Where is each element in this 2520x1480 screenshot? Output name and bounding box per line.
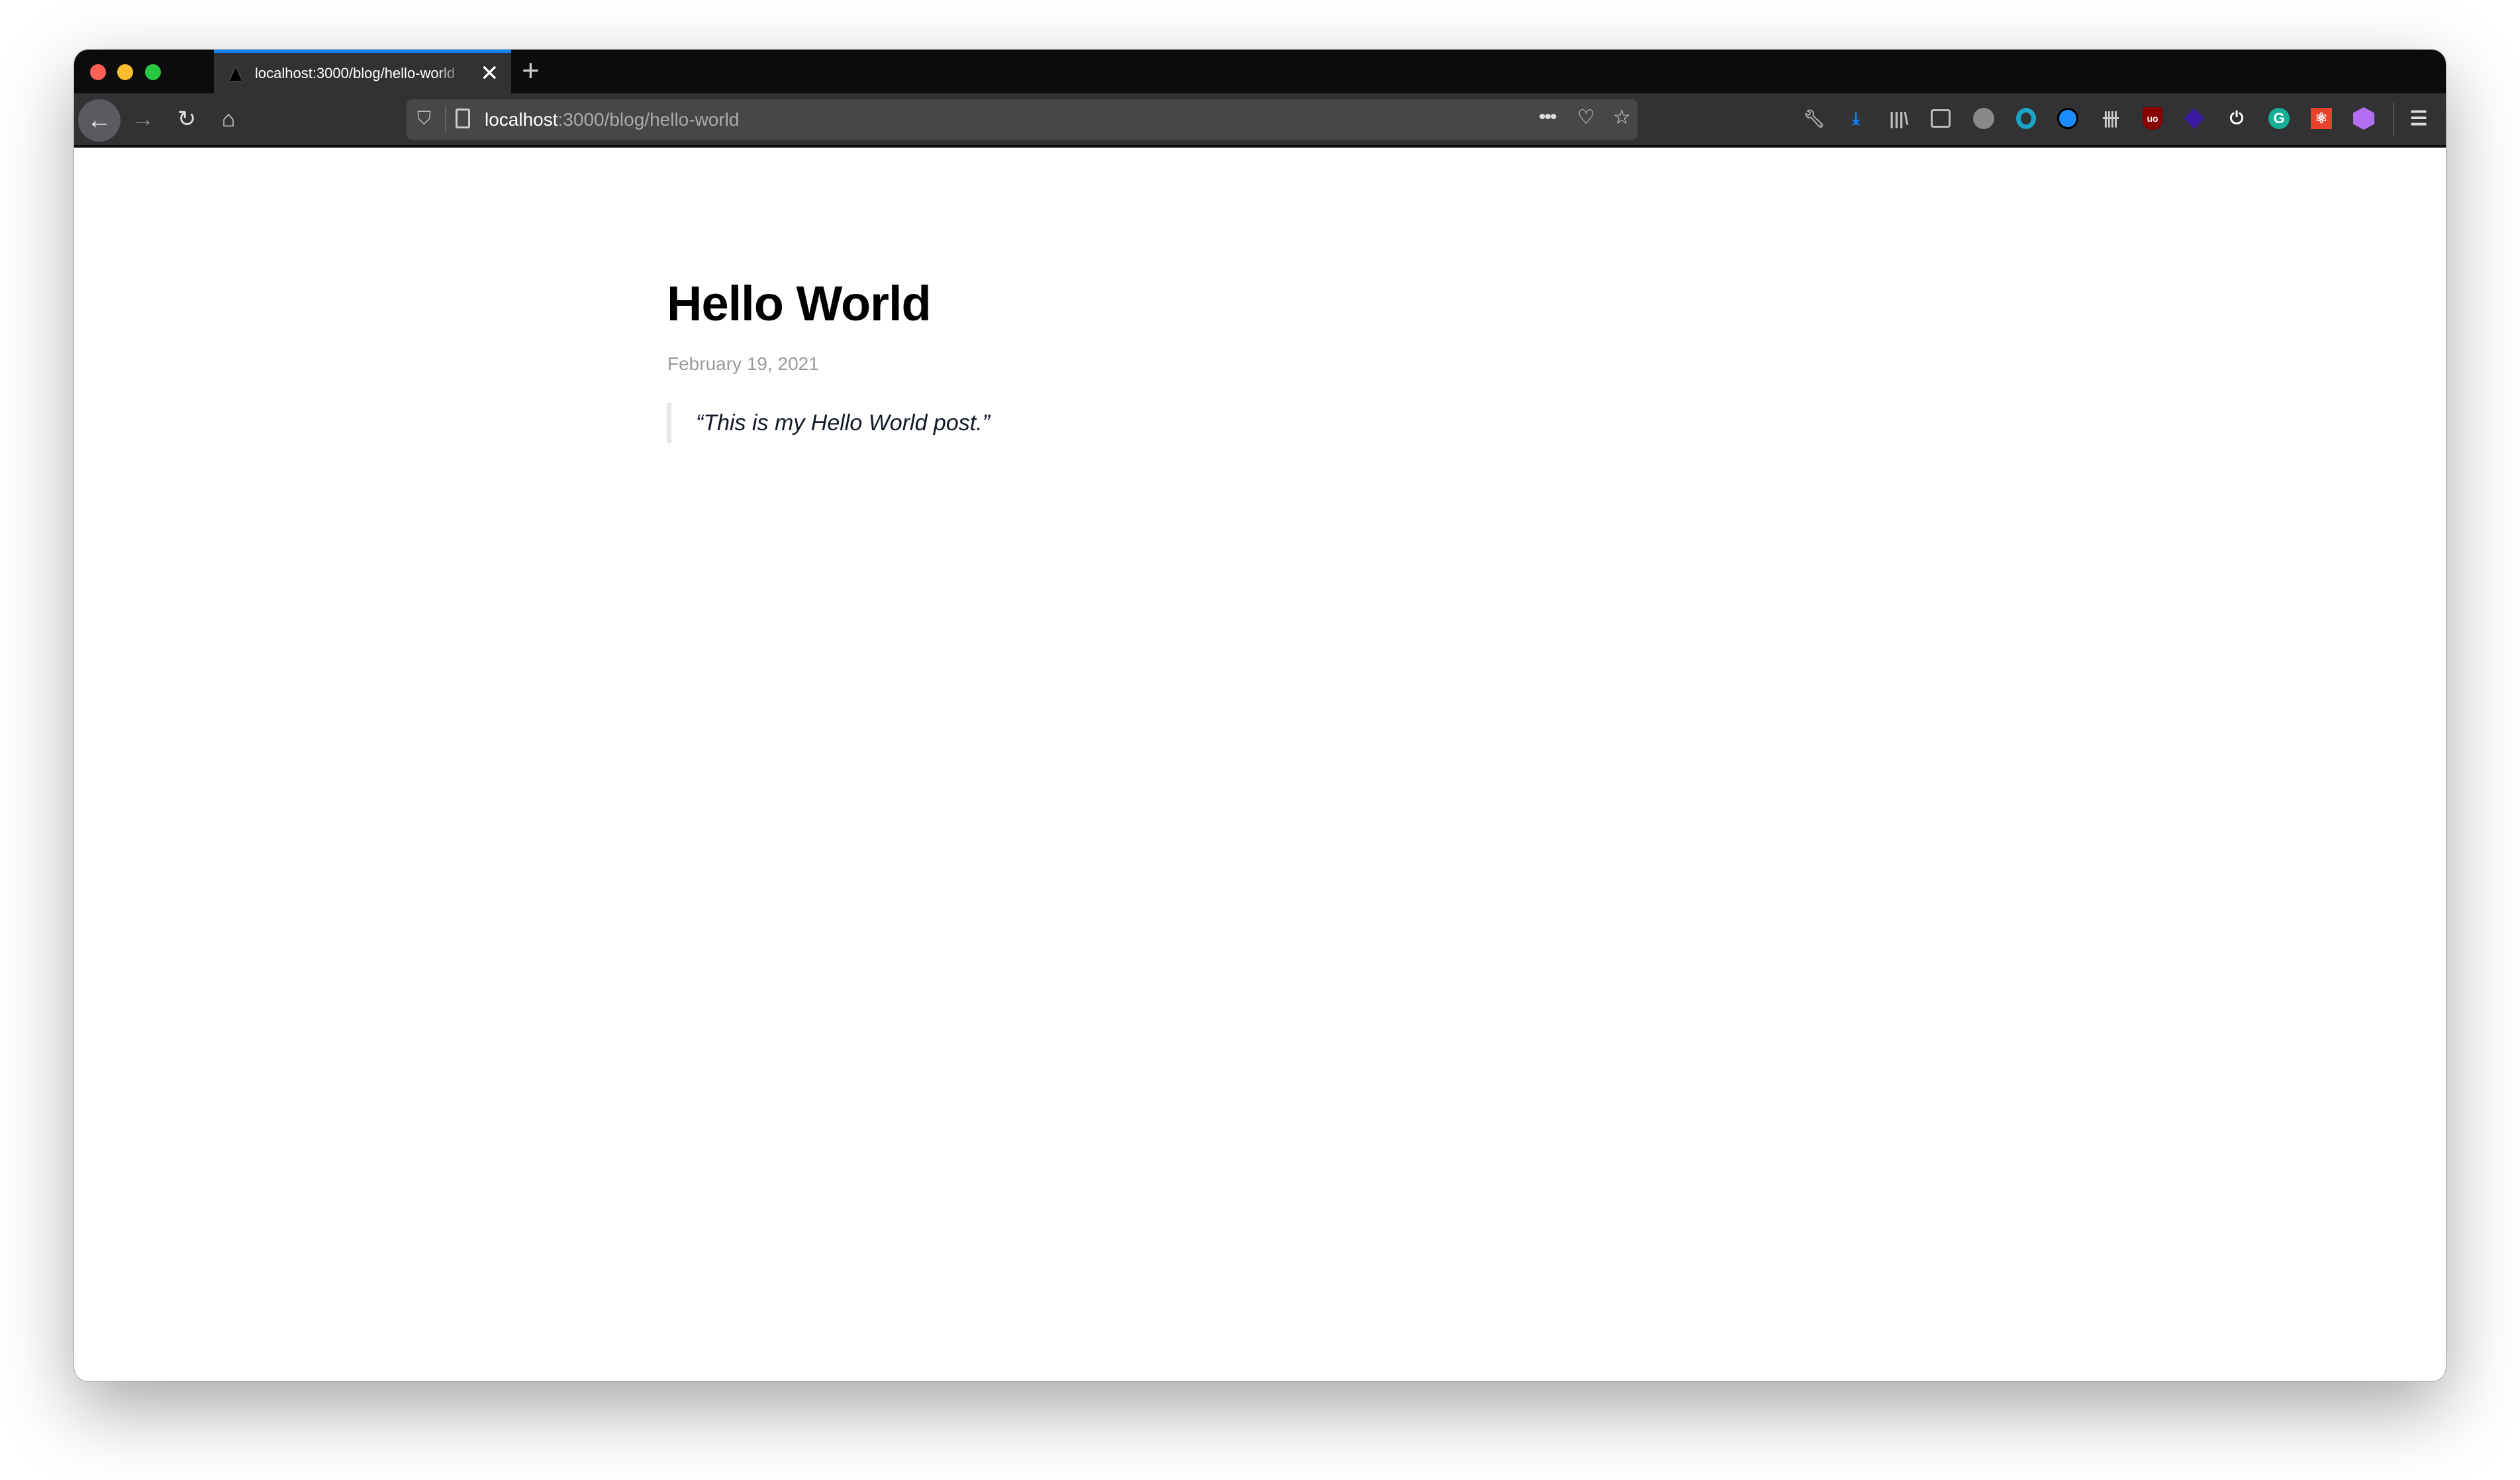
ublock-origin-icon[interactable]: uo <box>2141 107 2164 130</box>
sidebar-icon[interactable] <box>1929 107 1953 130</box>
hexagon-extension-icon[interactable] <box>2352 107 2376 130</box>
reload-button[interactable]: ↻ <box>167 93 207 145</box>
home-icon: ⌂ <box>221 106 236 132</box>
minimize-window-button[interactable] <box>117 64 133 80</box>
back-button[interactable]: ← <box>78 99 121 142</box>
post-title: Hello World <box>667 276 932 331</box>
post-date: February 19, 2021 <box>667 353 819 374</box>
avatar-extension-icon[interactable] <box>1972 107 1996 130</box>
page-icon[interactable] <box>456 109 470 128</box>
favicon-icon <box>230 68 242 81</box>
maximize-window-button[interactable] <box>145 64 161 80</box>
tracking-shield-icon[interactable]: ⛉ <box>417 108 431 130</box>
arrow-right-icon: → <box>132 106 154 132</box>
tab-bar: localhost:3000/blog/hello-world ✕ + <box>74 50 2446 93</box>
fence-extension-icon[interactable]: 卌 <box>2099 107 2123 130</box>
diamond-extension-icon[interactable] <box>2182 107 2206 130</box>
page-actions-icon[interactable]: ••• <box>1539 106 1557 128</box>
circle-extension-icon[interactable] <box>2014 107 2038 130</box>
tab-close-button[interactable]: ✕ <box>480 60 499 87</box>
react-devtools-icon[interactable]: ⚛ <box>2309 107 2333 130</box>
home-button[interactable]: ⌂ <box>209 93 248 145</box>
page-content: Hello World February 19, 2021 “This is m… <box>74 148 2446 1381</box>
tab-title: localhost:3000/blog/hello-world <box>255 65 456 81</box>
url-text[interactable]: localhost:3000/blog/hello-world <box>485 109 739 130</box>
1password-icon[interactable] <box>2056 107 2080 130</box>
url-host: localhost <box>485 109 558 130</box>
close-window-button[interactable] <box>90 64 106 80</box>
toolbar-divider <box>2393 103 2394 137</box>
post-quote: “This is my Hello World post.” <box>667 403 990 443</box>
url-divider <box>445 106 446 133</box>
download-icon[interactable]: ⤓ <box>1844 107 1868 130</box>
power-icon[interactable]: ⏻ <box>2225 107 2249 130</box>
pocket-icon[interactable]: ♡ <box>1577 106 1595 129</box>
library-icon[interactable]: |||\ <box>1887 107 1911 130</box>
grammarly-icon[interactable]: G <box>2267 107 2291 130</box>
tab-active[interactable]: localhost:3000/blog/hello-world ✕ <box>214 50 511 93</box>
new-tab-button[interactable]: + <box>522 52 540 88</box>
wrench-icon[interactable]: 🔧︎ <box>1802 107 1826 130</box>
url-path: :3000/blog/hello-world <box>557 109 740 130</box>
reload-icon: ↻ <box>177 107 197 132</box>
browser-window: localhost:3000/blog/hello-world ✕ + ← → … <box>74 50 2446 1381</box>
bookmark-star-icon[interactable]: ☆ <box>1613 106 1631 129</box>
hamburger-menu-icon[interactable]: ☰ <box>2407 107 2431 130</box>
url-bar[interactable]: ⛉ localhost:3000/blog/hello-world ••• ♡ … <box>407 99 1637 140</box>
forward-button[interactable]: → <box>123 93 163 145</box>
nav-toolbar: ← → ↻ ⌂ ⛉ localhost:3000/blog/hello-worl… <box>74 93 2446 148</box>
arrow-left-icon: ← <box>87 106 112 134</box>
